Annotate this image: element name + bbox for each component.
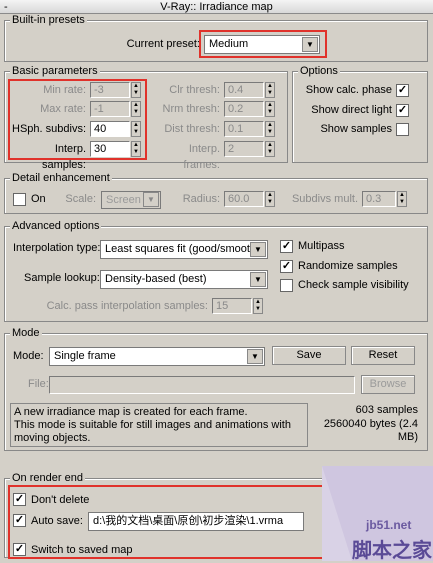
dist-thresh-field[interactable]: 0.1 — [224, 121, 264, 137]
current-preset-value: Medium — [209, 38, 249, 50]
auto-save-path: d:\我的文档\桌面\原创\初步渲染\1.vrma — [93, 515, 284, 527]
show-samples-label: Show samples — [320, 123, 392, 135]
switch-to-saved-map-label: Switch to saved map — [31, 544, 133, 556]
scale-chevron-down-icon[interactable]: ▼ — [143, 192, 159, 207]
current-preset-label: Current preset: — [126, 38, 200, 50]
dont-delete-label: Don't delete — [31, 494, 90, 506]
show-calc-phase-label: Show calc. phase — [305, 84, 392, 96]
show-direct-light-checkbox[interactable]: ✓ — [396, 104, 409, 117]
mode-chevron-down-icon[interactable]: ▼ — [247, 349, 263, 364]
dont-delete-checkbox[interactable]: ✓ — [13, 493, 26, 506]
clr-thresh-spinner[interactable]: ▲ ▼ — [265, 82, 275, 98]
randomize-samples-checkbox[interactable]: ✓ — [280, 260, 293, 273]
multipass-checkbox[interactable]: ✓ — [280, 240, 293, 253]
auto-save-label: Auto save: — [31, 515, 83, 527]
interp-samples-field[interactable]: 30 — [90, 141, 130, 157]
dist-thresh-spinner[interactable]: ▲ ▼ — [265, 121, 275, 137]
scale-value: Screen — [106, 194, 141, 206]
nrm-thresh-field[interactable]: 0.2 — [224, 101, 264, 117]
mode-title: Mode — [10, 327, 42, 339]
samples-count: 603 samples — [355, 404, 418, 416]
nrm-thresh-spinner[interactable]: ▲ ▼ — [265, 101, 275, 117]
detail-on-checkbox[interactable] — [13, 193, 26, 206]
radius-field[interactable]: 60.0 — [224, 191, 264, 207]
detail-on-label: On — [31, 193, 46, 205]
file-label: File: — [28, 378, 49, 390]
interp-frames-field[interactable]: 2 — [224, 141, 264, 157]
file-field[interactable] — [49, 376, 355, 394]
max-rate-label: Max rate: — [40, 103, 86, 115]
randomize-samples-label: Randomize samples — [298, 260, 398, 272]
interp-frames-spinner[interactable]: ▲ ▼ — [265, 141, 275, 157]
clr-thresh-field[interactable]: 0.4 — [224, 82, 264, 98]
advanced-options-title: Advanced options — [10, 220, 102, 232]
sample-lookup-select[interactable]: Density-based (best) — [100, 270, 268, 289]
detail-enhancement-title: Detail enhancement — [10, 172, 112, 184]
mode-select[interactable]: Single frame — [49, 347, 265, 366]
chevron-down-icon[interactable]: ▼ — [302, 37, 318, 52]
on-render-end-title: On render end — [10, 472, 85, 484]
calc-pass-spinner[interactable]: ▲ ▼ — [253, 298, 263, 314]
interpolation-chevron-down-icon[interactable]: ▼ — [250, 242, 266, 257]
auto-save-path-field[interactable]: d:\我的文档\桌面\原创\初步渲染\1.vrma — [88, 512, 304, 531]
subdivs-mult-spinner[interactable]: ▲ ▼ — [397, 191, 407, 207]
calc-pass-field[interactable]: 15 — [212, 298, 252, 314]
subdivs-mult-label: Subdivs mult. — [291, 193, 358, 205]
mode-description-line-2: This mode is suitable for still images a… — [14, 419, 291, 431]
sample-lookup-label: Sample lookup: — [24, 272, 100, 284]
save-button[interactable]: Save — [272, 346, 346, 365]
min-rate-label: Min rate: — [43, 84, 86, 96]
dist-thresh-label: Dist thresh: — [164, 123, 220, 135]
basic-parameters-title: Basic parameters — [10, 65, 100, 77]
min-rate-spinner[interactable]: ▲ ▼ — [131, 82, 141, 98]
multipass-label: Multipass — [298, 240, 345, 252]
clr-thresh-label: Clr thresh: — [169, 84, 220, 96]
bytes-size-line-2: MB) — [397, 431, 418, 443]
scale-label: Scale: — [65, 193, 96, 205]
window-title-bar: V-Ray:: Irradiance map — [0, 0, 433, 14]
hsph-subdivs-label: HSph. subdivs: — [12, 123, 86, 135]
interpolation-type-value: Least squares fit (good/smooth — [105, 243, 257, 255]
interpolation-type-label: Interpolation type: — [13, 242, 101, 254]
radius-label: Radius: — [182, 193, 220, 205]
bytes-size-line-1: 2560040 bytes (2.4 — [323, 418, 418, 430]
interp-samples-spinner[interactable]: ▲ ▼ — [131, 141, 141, 157]
calc-pass-label: Calc. pass interpolation samples: — [46, 300, 208, 312]
options-title: Options — [298, 65, 340, 77]
mode-label: Mode: — [13, 350, 44, 362]
max-rate-spinner[interactable]: ▲ ▼ — [131, 101, 141, 117]
mode-description-line-1: A new irradiance map is created for each… — [14, 406, 248, 418]
min-rate-field[interactable]: -3 — [90, 82, 130, 98]
check-sample-visibility-label: Check sample visibility — [298, 279, 409, 291]
browse-button[interactable]: Browse — [361, 375, 415, 394]
switch-to-saved-map-checkbox[interactable]: ✓ — [13, 543, 26, 556]
reset-button[interactable]: Reset — [351, 346, 415, 365]
mode-value: Single frame — [54, 350, 116, 362]
show-calc-phase-checkbox[interactable]: ✓ — [396, 84, 409, 97]
watermark-brand: 脚本之家 — [352, 538, 432, 562]
hsph-subdivs-field[interactable]: 40 — [90, 121, 130, 137]
show-direct-light-label: Show direct light — [311, 104, 392, 116]
interp-samples-label: Interp. samples: — [41, 143, 86, 171]
title-dash: - — [4, 1, 8, 13]
hsph-subdivs-spinner[interactable]: ▲ ▼ — [131, 121, 141, 137]
nrm-thresh-label: Nrm thresh: — [162, 103, 220, 115]
subdivs-mult-field[interactable]: 0.3 — [362, 191, 396, 207]
sample-lookup-chevron-down-icon[interactable]: ▼ — [250, 272, 266, 287]
window-title: V-Ray:: Irradiance map — [160, 1, 273, 13]
radius-spinner[interactable]: ▲ ▼ — [265, 191, 275, 207]
sample-lookup-value: Density-based (best) — [105, 273, 207, 285]
check-sample-visibility-checkbox[interactable] — [280, 279, 293, 292]
watermark-site: jb51.net — [366, 518, 412, 532]
auto-save-checkbox[interactable]: ✓ — [13, 514, 26, 527]
show-samples-checkbox[interactable] — [396, 123, 409, 136]
interp-frames-label: Interp. frames: — [183, 143, 220, 171]
interpolation-type-select[interactable]: Least squares fit (good/smooth — [100, 240, 268, 259]
built-in-presets-title: Built-in presets — [10, 14, 87, 26]
mode-description: A new irradiance map is created for each… — [10, 403, 308, 447]
max-rate-field[interactable]: -1 — [90, 101, 130, 117]
mode-description-line-3: moving objects. — [14, 432, 91, 444]
watermark-logo: jb51.net 脚本之家 — [322, 466, 433, 562]
